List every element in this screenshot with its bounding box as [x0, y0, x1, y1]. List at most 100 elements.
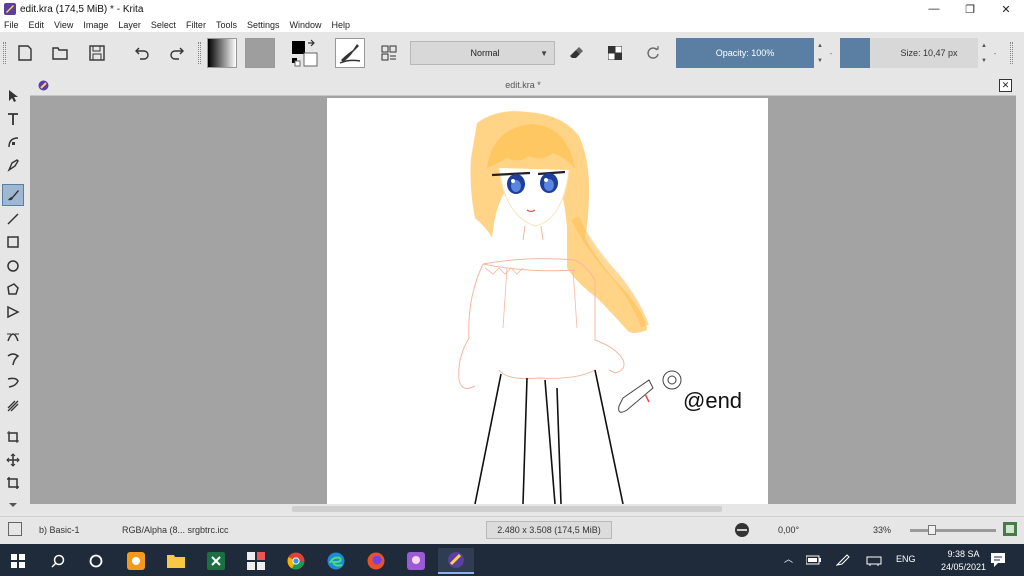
- taskbar-krita[interactable]: [438, 548, 474, 574]
- menu-settings[interactable]: Settings: [247, 20, 280, 30]
- restore-button[interactable]: ❐: [952, 0, 988, 18]
- notifications-icon[interactable]: [990, 552, 1006, 568]
- opacity-minus-icon[interactable]: -: [826, 38, 836, 68]
- transform-tool[interactable]: [2, 472, 24, 494]
- zoom-slider-handle[interactable]: [928, 525, 936, 535]
- freehand-brush-tool[interactable]: [2, 184, 24, 206]
- dynamic-brush-tool[interactable]: [2, 371, 24, 393]
- blend-mode-value: Normal: [470, 48, 500, 58]
- blend-mode-select[interactable]: Normal ▼: [410, 41, 555, 65]
- move-tool[interactable]: [2, 449, 24, 471]
- toolbar-grip[interactable]: [1010, 42, 1013, 64]
- polyline-tool[interactable]: [2, 301, 24, 323]
- edit-shapes-icon: [8, 137, 19, 148]
- size-minus-icon[interactable]: -: [990, 38, 1000, 68]
- orange-app-icon: [127, 552, 145, 570]
- horizontal-scrollbar-thumb[interactable]: [292, 506, 722, 512]
- status-rotation[interactable]: 0,00°: [778, 525, 799, 535]
- brush-editor-button[interactable]: [374, 38, 404, 68]
- document-tab-title[interactable]: edit.kra *: [30, 80, 1016, 90]
- taskbar-clock[interactable]: 9:38 SA 24/05/2021: [941, 548, 986, 574]
- menu-view[interactable]: View: [54, 20, 73, 30]
- menu-help[interactable]: Help: [332, 20, 351, 30]
- grid-app-icon: [247, 552, 265, 570]
- network-icon[interactable]: [866, 554, 882, 566]
- line-tool[interactable]: [2, 208, 24, 230]
- status-colorspace: RGB/Alpha (8... srgbtrc.icc: [122, 525, 229, 535]
- close-button[interactable]: ✕: [988, 0, 1024, 18]
- alpha-lock-button[interactable]: [600, 38, 630, 68]
- menu-layer[interactable]: Layer: [118, 20, 141, 30]
- text-tool[interactable]: [2, 108, 24, 130]
- zoom-slider[interactable]: [910, 529, 996, 532]
- eraser-mode-button[interactable]: [561, 38, 591, 68]
- edit-shapes-tool[interactable]: [2, 131, 24, 153]
- save-button[interactable]: [82, 38, 112, 68]
- menu-file[interactable]: File: [4, 20, 19, 30]
- menu-window[interactable]: Window: [289, 20, 321, 30]
- ellipse-tool[interactable]: [2, 255, 24, 277]
- taskbar-file-explorer[interactable]: [158, 548, 194, 574]
- taskbar-excel[interactable]: [198, 548, 234, 574]
- menu-edit[interactable]: Edit: [29, 20, 45, 30]
- title-bar: edit.kra (174,5 MiB) * - Krita — ❐ ✕: [0, 0, 1024, 18]
- new-document-button[interactable]: [10, 38, 40, 68]
- taskbar-app-orange[interactable]: [118, 548, 154, 574]
- toolbar-grip[interactable]: [198, 42, 201, 64]
- status-brush-name: b) Basic-1: [39, 525, 80, 535]
- close-document-button[interactable]: ✕: [999, 79, 1012, 92]
- horizontal-scrollbar[interactable]: [30, 504, 1016, 514]
- taskbar-app-grid[interactable]: [238, 548, 274, 574]
- multibrush-tool[interactable]: [2, 395, 24, 417]
- menu-select[interactable]: Select: [151, 20, 176, 30]
- status-image-size-box: 2.480 x 3.508 (174,5 MiB): [486, 521, 612, 539]
- toolbar-grip[interactable]: [3, 42, 6, 64]
- menu-filter[interactable]: Filter: [186, 20, 206, 30]
- taskbar-edge[interactable]: [318, 548, 354, 574]
- color-selector[interactable]: [288, 38, 320, 68]
- tray-chevron-up-icon[interactable]: ︿: [784, 552, 793, 565]
- cortana-button[interactable]: [78, 548, 114, 574]
- gradient-selector[interactable]: [207, 38, 237, 68]
- freehand-path-tool[interactable]: [2, 348, 24, 370]
- rotation-icon[interactable]: [734, 522, 750, 538]
- taskbar-anime-app[interactable]: [398, 548, 434, 574]
- size-slider-fill[interactable]: [840, 38, 870, 68]
- select-shapes-tool[interactable]: [2, 85, 24, 107]
- start-button[interactable]: [0, 548, 36, 574]
- minimize-button[interactable]: —: [916, 0, 952, 18]
- canvas-only-icon[interactable]: [1003, 522, 1017, 536]
- rectangle-tool[interactable]: [2, 231, 24, 253]
- taskbar-chrome[interactable]: [278, 548, 314, 574]
- bezier-tool[interactable]: [2, 325, 24, 347]
- pen-tray-icon[interactable]: [836, 554, 850, 566]
- search-button[interactable]: [40, 548, 76, 574]
- polygon-tool[interactable]: [2, 278, 24, 300]
- vertical-scrollbar[interactable]: [1016, 76, 1024, 504]
- toolbox: [0, 80, 26, 512]
- open-document-button[interactable]: [45, 38, 75, 68]
- clock-date: 24/05/2021: [940, 562, 986, 572]
- status-bar: b) Basic-1 RGB/Alpha (8... srgbtrc.icc 2…: [0, 516, 1024, 542]
- battery-icon[interactable]: [806, 554, 822, 566]
- calligraphy-tool[interactable]: [2, 154, 24, 176]
- pattern-selector[interactable]: [245, 38, 275, 68]
- status-zoom[interactable]: 33%: [873, 525, 891, 535]
- opacity-slider[interactable]: Opacity: 100%: [676, 38, 814, 68]
- toolbox-expand-icon[interactable]: [2, 500, 24, 510]
- menu-image[interactable]: Image: [83, 20, 108, 30]
- brush-preset-button[interactable]: [335, 38, 365, 68]
- taskbar-firefox[interactable]: [358, 548, 394, 574]
- opacity-spinner[interactable]: ▲ ▼: [815, 38, 825, 68]
- drawing-canvas[interactable]: @end: [327, 98, 768, 505]
- menu-tools[interactable]: Tools: [216, 20, 237, 30]
- size-slider[interactable]: Size: 10,47 px: [870, 38, 978, 68]
- reload-preset-button[interactable]: [638, 38, 668, 68]
- undo-button[interactable]: [127, 38, 157, 68]
- redo-button[interactable]: [162, 38, 192, 68]
- crop-tool[interactable]: [2, 426, 24, 448]
- selection-status-icon[interactable]: [8, 522, 22, 536]
- size-spinner[interactable]: ▲ ▼: [979, 38, 989, 68]
- undo-icon: [135, 47, 149, 60]
- language-indicator[interactable]: ENG: [896, 554, 916, 564]
